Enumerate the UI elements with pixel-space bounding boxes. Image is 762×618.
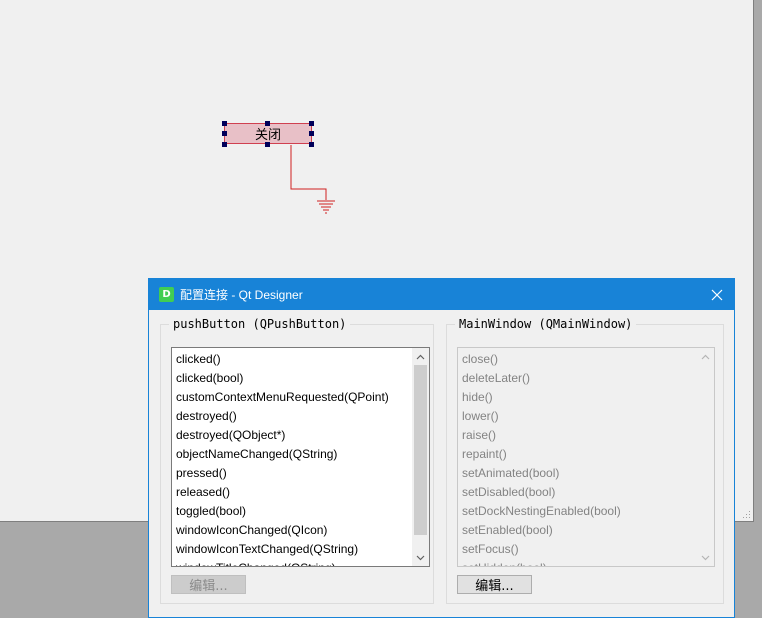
chevron-down-icon: [416, 555, 425, 560]
sender-signals-group: pushButton (QPushButton) clicked() click…: [160, 317, 434, 604]
chevron-down-icon: [701, 555, 710, 560]
selection-handle[interactable]: [309, 142, 314, 147]
edit-slots-button[interactable]: 编辑...: [457, 575, 532, 594]
dialog-titlebar[interactable]: D 配置连接 - Qt Designer: [149, 279, 734, 310]
slots-scrollbar[interactable]: [697, 348, 714, 566]
list-item[interactable]: pressed(): [172, 464, 412, 483]
list-item[interactable]: deleteLater(): [458, 369, 697, 388]
selection-handle[interactable]: [265, 142, 270, 147]
edit-signals-button[interactable]: 编辑...: [171, 575, 246, 594]
list-item[interactable]: destroyed(): [172, 407, 412, 426]
selection-handle[interactable]: [222, 131, 227, 136]
list-item[interactable]: hide(): [458, 388, 697, 407]
sender-group-title: pushButton (QPushButton): [169, 317, 351, 331]
list-item[interactable]: clicked(bool): [172, 369, 412, 388]
receiver-slots-group: MainWindow (QMainWindow) close() deleteL…: [446, 317, 724, 604]
list-item[interactable]: close(): [458, 350, 697, 369]
scroll-thumb[interactable]: [414, 365, 427, 535]
list-item[interactable]: setDisabled(bool): [458, 483, 697, 502]
signals-scrollbar[interactable]: [412, 348, 429, 566]
close-push-button[interactable]: 关闭: [224, 123, 312, 144]
scroll-up-button[interactable]: [412, 348, 429, 365]
chevron-up-icon: [416, 354, 425, 359]
list-item[interactable]: setAnimated(bool): [458, 464, 697, 483]
close-icon: [711, 289, 723, 300]
list-item[interactable]: setDockNestingEnabled(bool): [458, 502, 697, 521]
chevron-up-icon: [701, 354, 710, 359]
close-dialog-button[interactable]: [700, 279, 734, 310]
list-item[interactable]: windowIconTextChanged(QString): [172, 540, 412, 559]
scroll-down-button[interactable]: [697, 549, 714, 566]
scroll-up-button[interactable]: [697, 348, 714, 365]
list-item[interactable]: repaint(): [458, 445, 697, 464]
list-item[interactable]: destroyed(QObject*): [172, 426, 412, 445]
list-item[interactable]: setFocus(): [458, 540, 697, 559]
selection-handle[interactable]: [309, 131, 314, 136]
list-item[interactable]: clicked(): [172, 350, 412, 369]
list-item[interactable]: windowIconChanged(QIcon): [172, 521, 412, 540]
scroll-down-button[interactable]: [412, 549, 429, 566]
dialog-title: 配置连接 - Qt Designer: [180, 288, 303, 302]
resize-grip-icon[interactable]: [741, 509, 751, 519]
list-item[interactable]: objectNameChanged(QString): [172, 445, 412, 464]
list-item[interactable]: released(): [172, 483, 412, 502]
qt-designer-app-icon: D: [159, 287, 174, 302]
configure-connection-dialog: D 配置连接 - Qt Designer pushButton (QPushBu…: [148, 278, 735, 618]
list-item[interactable]: setHidden(bool): [458, 559, 697, 566]
list-item[interactable]: lower(): [458, 407, 697, 426]
selection-handle[interactable]: [222, 121, 227, 126]
list-item[interactable]: setEnabled(bool): [458, 521, 697, 540]
signals-list[interactable]: clicked() clicked(bool) customContextMen…: [171, 347, 430, 567]
list-item[interactable]: customContextMenuRequested(QPoint): [172, 388, 412, 407]
selection-handle[interactable]: [265, 121, 270, 126]
selection-handle[interactable]: [222, 142, 227, 147]
slots-list[interactable]: close() deleteLater() hide() lower() rai…: [457, 347, 715, 567]
list-item[interactable]: raise(): [458, 426, 697, 445]
list-item[interactable]: windowTitleChanged(QString): [172, 559, 412, 566]
selection-handle[interactable]: [309, 121, 314, 126]
list-item[interactable]: toggled(bool): [172, 502, 412, 521]
receiver-group-title: MainWindow (QMainWindow): [455, 317, 637, 331]
